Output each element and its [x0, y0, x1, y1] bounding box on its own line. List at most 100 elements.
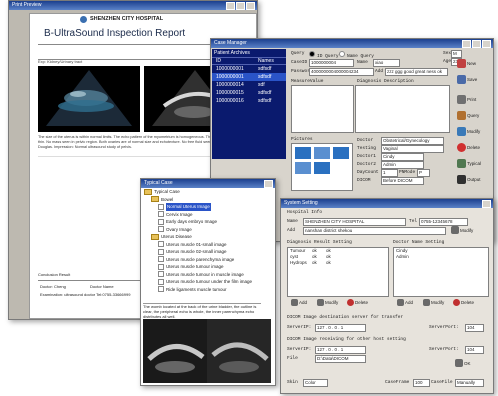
image-item-icon	[158, 286, 164, 293]
thumbnail[interactable]	[333, 147, 349, 159]
password-field[interactable]: 4000000004000004234	[309, 68, 374, 76]
hosp-name-field[interactable]: SHENZHEN CITY HOSPITAL	[303, 218, 406, 226]
add-field[interactable]: zzz ggg good great ness ok	[385, 68, 448, 76]
tree-label: Uterus Disease	[161, 234, 192, 239]
settings-title-bar: System Setting	[281, 199, 493, 208]
name-query-radio[interactable]: Name Query	[339, 51, 374, 59]
close-icon[interactable]	[482, 200, 491, 208]
modify-doc-button[interactable]: Modify	[423, 299, 444, 306]
name-field[interactable]: xiao	[373, 59, 400, 67]
tree-root[interactable]: Typical Case	[141, 188, 275, 196]
caseframe-field[interactable]: 100	[413, 379, 430, 387]
output-button[interactable]: Output	[457, 175, 481, 184]
modify-diag-button[interactable]: Modify	[317, 299, 338, 306]
skin-select[interactable]: Color	[303, 379, 328, 387]
delete-icon	[347, 299, 354, 306]
modify-icon	[317, 299, 324, 306]
ok-button[interactable]: OK	[455, 359, 471, 367]
new-button[interactable]: New	[457, 59, 476, 68]
measure-area[interactable]	[291, 85, 354, 133]
thumbnail[interactable]	[314, 147, 330, 159]
tree-item[interactable]: Ride ligaments muscle tumour	[141, 286, 275, 294]
archive-row[interactable]: 1000000001 sdfsdf	[212, 65, 286, 73]
modify-diag-label: Modify	[325, 300, 339, 305]
col-id[interactable]: ID	[212, 58, 258, 64]
folder-icon	[144, 188, 152, 195]
diagnosis-area[interactable]	[355, 85, 450, 133]
tree-item[interactable]: Normal Uterus Image	[141, 203, 275, 211]
save-button[interactable]: Save	[457, 75, 477, 84]
pictures-grid[interactable]	[291, 143, 353, 191]
print-button[interactable]: Print	[457, 95, 476, 104]
patient-archives-panel: Patient Archives ID Names 1000000001 sdfs…	[212, 49, 286, 159]
col-names[interactable]: Names	[258, 58, 274, 64]
file-field[interactable]: D:\Data\DICOM	[315, 355, 366, 363]
maximize-icon[interactable]	[236, 2, 245, 10]
tel-field[interactable]: 0755-12345678	[419, 218, 468, 226]
hosp-add-field[interactable]: nanshan district shekou	[303, 227, 446, 235]
archive-row[interactable]: 1000000014 sdf	[212, 81, 286, 89]
add-icon	[291, 299, 298, 306]
dicom-select[interactable]: Before DICOM	[381, 177, 424, 185]
tree-item[interactable]: Uterus muscle tumour in muscle image	[141, 271, 275, 279]
archive-name: sdf	[258, 82, 265, 88]
tree-folder[interactable]: Bowel	[141, 196, 275, 204]
tree-item[interactable]: Uterus muscle parenchyma image	[141, 256, 275, 264]
report-title-bar: Print Preview	[9, 1, 257, 10]
close-icon[interactable]	[482, 40, 491, 48]
doctor-row[interactable]: Admin	[394, 254, 488, 260]
doctor-select[interactable]: Obstetrical/Gynecology	[381, 137, 444, 145]
doctor1-select[interactable]: Cindy	[381, 153, 424, 161]
id-query-radio[interactable]: ID Query	[309, 51, 339, 59]
typical-icon	[457, 159, 466, 168]
add-button[interactable]: Add	[291, 299, 307, 306]
server-ip2-field[interactable]: 127 . 0 . 0 . 1	[315, 346, 366, 354]
minimize-icon[interactable]	[226, 2, 235, 10]
doctor-name-list[interactable]: Cindy Admin	[393, 247, 489, 297]
tree-item[interactable]: Uterus muscle tumour image	[141, 263, 275, 271]
query-button[interactable]: Query	[457, 111, 479, 120]
thumbnail[interactable]	[295, 162, 311, 174]
casefile-select[interactable]: Manually	[455, 379, 484, 387]
tree-folder[interactable]: Uterus Disease	[141, 233, 275, 241]
server-port2-field[interactable]: 104	[465, 346, 484, 354]
server-port-field[interactable]: 104	[465, 324, 484, 332]
tree-item[interactable]: Early days embryo Image	[141, 218, 275, 226]
pnmode-field[interactable]: P	[417, 169, 430, 177]
thumbnail[interactable]	[295, 147, 311, 159]
tree-item[interactable]: Uterus muscle tumour under the film imag…	[141, 278, 275, 286]
add-doc-button[interactable]: Add	[397, 299, 413, 306]
typical-button[interactable]: Typical	[457, 159, 481, 168]
settings-modify-button[interactable]: Modify	[451, 226, 473, 234]
daycount-field[interactable]: 1	[381, 169, 398, 177]
new-icon	[457, 59, 466, 68]
delete-button[interactable]: Delete	[457, 143, 480, 152]
doctor-setting-label: Doctor Name Setting	[393, 240, 445, 245]
archive-row[interactable]: 1000000001 sdfsdf	[212, 73, 286, 81]
archive-row[interactable]: 1000000015 sdfsdf	[212, 89, 286, 97]
maximize-icon[interactable]	[472, 40, 481, 48]
diag-row[interactable]: Hydrops ok ok	[288, 260, 388, 266]
exam-label: Exp: Kidney/Urinary tract	[38, 59, 83, 64]
server-ip-field[interactable]: 127 . 0 . 0 . 1	[315, 324, 366, 332]
tree-item[interactable]: Uterus muscle 01-small image	[141, 241, 275, 249]
minimize-icon[interactable]	[462, 40, 471, 48]
image-item-icon	[158, 203, 164, 210]
diag-result-list[interactable]: Tumour ok ok cyst ok ok Hydrops ok ok	[287, 247, 389, 297]
close-icon[interactable]	[246, 2, 255, 10]
tree-item[interactable]: Cervix Image	[141, 211, 275, 219]
doctor2-select[interactable]: Admin	[381, 161, 424, 169]
modify-button[interactable]: Modify	[457, 127, 480, 136]
testing-select[interactable]: Vaginal	[381, 145, 444, 153]
archive-row[interactable]: 1000000016 sdfsdf	[212, 97, 286, 105]
tree-label: Uterus muscle tumour image	[166, 264, 224, 269]
thumbnail[interactable]	[314, 162, 330, 174]
tree-item[interactable]: Uterus muscle 02-small image	[141, 248, 275, 256]
tree-item[interactable]: Ovary Image	[141, 226, 275, 234]
caseid-field[interactable]: 1000000004	[309, 59, 354, 67]
tree-root-label: Typical Case	[154, 189, 180, 194]
close-icon[interactable]	[264, 180, 273, 188]
delete-diag-button[interactable]: Delete	[347, 299, 368, 306]
delete-doc-button[interactable]: Delete	[453, 299, 474, 306]
sex-field[interactable]: M	[451, 50, 462, 58]
